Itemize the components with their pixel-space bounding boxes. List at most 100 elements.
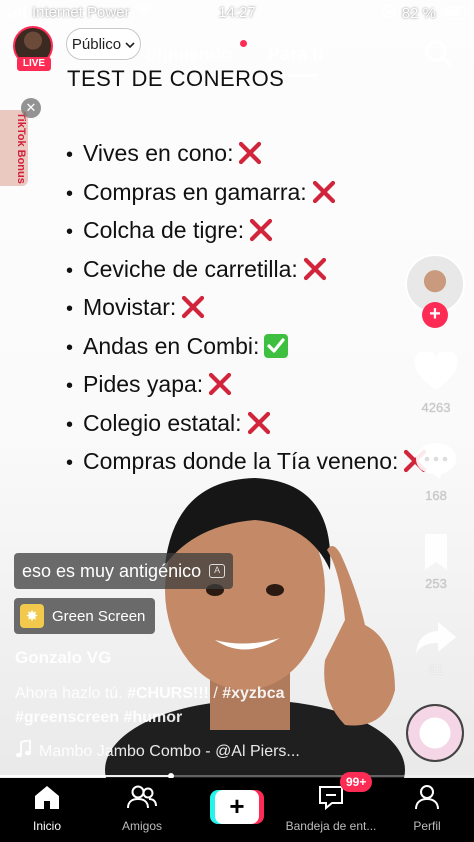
status-bar: Internet Power 14:27 82 % <box>0 0 474 24</box>
music-title: Mambo Jambo Combo - @Al Piers... <box>39 742 300 760</box>
checklist-item-text: Pides yapa: <box>83 371 204 397</box>
bonus-tag-label: TikTok Bonus <box>15 112 27 184</box>
share-button[interactable] <box>412 618 460 663</box>
video-description: Ahora hazlo tú. #CHURS!!! / #xyzbca #gre… <box>15 682 395 730</box>
close-icon[interactable]: ✕ <box>21 98 41 118</box>
like-count: 4263 <box>421 400 451 415</box>
hashtag[interactable]: #humor <box>124 709 183 726</box>
nav-home[interactable]: Inicio <box>0 784 94 833</box>
cross-mark-icon <box>239 141 262 165</box>
nav-friends-label: Amigos <box>121 819 162 833</box>
like-button[interactable] <box>412 349 460 397</box>
tab-following[interactable]: Siguiendo <box>145 44 232 65</box>
hashtag[interactable]: #xyzbca <box>222 685 284 702</box>
effect-chip[interactable]: ✸ Green Screen <box>14 598 156 634</box>
bottom-nav: Inicio Amigos + Bandeja de ent... 99+ Pe… <box>0 772 474 842</box>
live-badge: LIVE <box>17 57 51 71</box>
checklist-item: • Vives en cono: <box>66 134 428 173</box>
nav-profile-label: Perfil <box>413 819 441 833</box>
share-icon <box>416 622 456 654</box>
bookmark-count: 253 <box>425 576 447 591</box>
live-button[interactable]: LIVE <box>13 26 57 71</box>
bullet: • <box>66 375 74 397</box>
checklist-item-text: Movistar: <box>83 294 177 320</box>
checklist-item-text: Compras en gamarra: <box>83 178 307 205</box>
plus-icon: + <box>215 790 259 824</box>
separator: / <box>213 685 218 702</box>
bullet: • <box>66 221 74 243</box>
comment-count: 168 <box>425 488 447 503</box>
checklist-item-text: Ceviche de carretilla: <box>83 255 298 282</box>
effect-icon: ✸ <box>20 604 44 628</box>
public-label: Público <box>71 35 122 53</box>
checklist-item: • Movistar: <box>66 288 428 327</box>
follow-button[interactable]: + <box>422 302 448 328</box>
public-pill[interactable]: Público <box>66 28 141 60</box>
check-mark-icon <box>264 333 289 358</box>
music-disc[interactable] <box>406 704 464 762</box>
nav-profile[interactable]: Perfil <box>380 784 474 833</box>
auto-caption-icon[interactable]: A <box>209 564 226 578</box>
playback-progress-bar[interactable] <box>0 773 474 779</box>
subtitle-box: eso es muy antigénico A <box>14 553 234 589</box>
description-text: Ahora hazlo tú. <box>15 685 123 702</box>
creator-username[interactable]: Gonzalo VG <box>15 648 111 668</box>
bookmark-button[interactable] <box>412 532 460 577</box>
friends-icon <box>127 785 157 809</box>
checklist-item-text: Colegio estatal: <box>83 409 242 436</box>
battery-percent: 82 % <box>401 4 436 22</box>
heart-icon <box>414 349 458 390</box>
tiktok-screen: TEST DE CONEROS • Vives en cono: • Compras … <box>0 0 474 842</box>
nav-friends[interactable]: Amigos <box>95 784 189 833</box>
active-tab-indicator <box>286 74 318 77</box>
battery-icon <box>442 7 469 19</box>
checklist-item: • Compras en gamarra: <box>66 173 428 212</box>
profile-icon <box>415 785 439 810</box>
bullet: • <box>66 298 74 320</box>
music-row[interactable]: Mambo Jambo Combo - @Al Piers... <box>15 738 300 763</box>
hashtag[interactable]: #CHURS!!! <box>127 685 209 702</box>
create-button[interactable]: + <box>210 790 264 824</box>
playback-progress-fill <box>0 775 171 777</box>
checklist-item: • Colcha de tigre: <box>66 211 428 250</box>
bookmark-icon <box>425 534 447 570</box>
bullet: • <box>66 144 74 166</box>
checklist-item: • Colegio estatal: <box>66 404 428 443</box>
cross-mark-icon <box>209 372 232 396</box>
home-icon <box>35 786 59 809</box>
bullet: • <box>66 413 74 436</box>
hashtag[interactable]: #greenscreen <box>15 709 119 726</box>
comment-icon <box>416 443 456 479</box>
checklist-item-text: Colcha de tigre: <box>83 217 245 243</box>
cross-mark-icon <box>182 295 205 319</box>
music-note-icon <box>15 738 31 763</box>
checklist-item: • Ceviche de carretilla: <box>66 250 428 289</box>
cross-mark-icon <box>303 257 326 280</box>
cross-mark-icon <box>247 411 270 434</box>
inbox-badge: 99+ <box>340 772 373 792</box>
bullet: • <box>66 182 74 205</box>
video-title: TEST DE CONEROS <box>67 66 285 91</box>
orientation-lock-icon <box>382 4 396 22</box>
following-notification-dot <box>240 40 247 47</box>
video-checklist: • Vives en cono: • Compras en gamarra: • Colc… <box>66 134 428 481</box>
tab-for-you[interactable]: Para ti <box>268 44 323 65</box>
bullet: • <box>66 259 74 282</box>
inbox-icon <box>319 786 343 811</box>
checklist-item: • Andas en Combi: <box>66 327 428 366</box>
bullet: • <box>66 336 74 359</box>
share-count: 61 <box>428 662 444 677</box>
nav-home-label: Inicio <box>32 819 61 833</box>
comment-button[interactable] <box>412 440 460 485</box>
checklist-item-text: Andas en Combi: <box>83 332 260 359</box>
subtitle-text: eso es muy antigénico <box>22 560 202 581</box>
checklist-item: • Pides yapa: <box>66 365 428 404</box>
cross-mark-icon <box>312 180 335 203</box>
search-icon <box>425 40 452 67</box>
search-button[interactable] <box>423 38 453 68</box>
effect-label: Green Screen <box>52 607 146 625</box>
checklist-item-text: Vives en cono: <box>83 140 234 166</box>
bullet: • <box>66 452 74 474</box>
cross-mark-icon <box>249 218 273 242</box>
nav-inbox-label: Bandeja de ent... <box>285 819 377 833</box>
